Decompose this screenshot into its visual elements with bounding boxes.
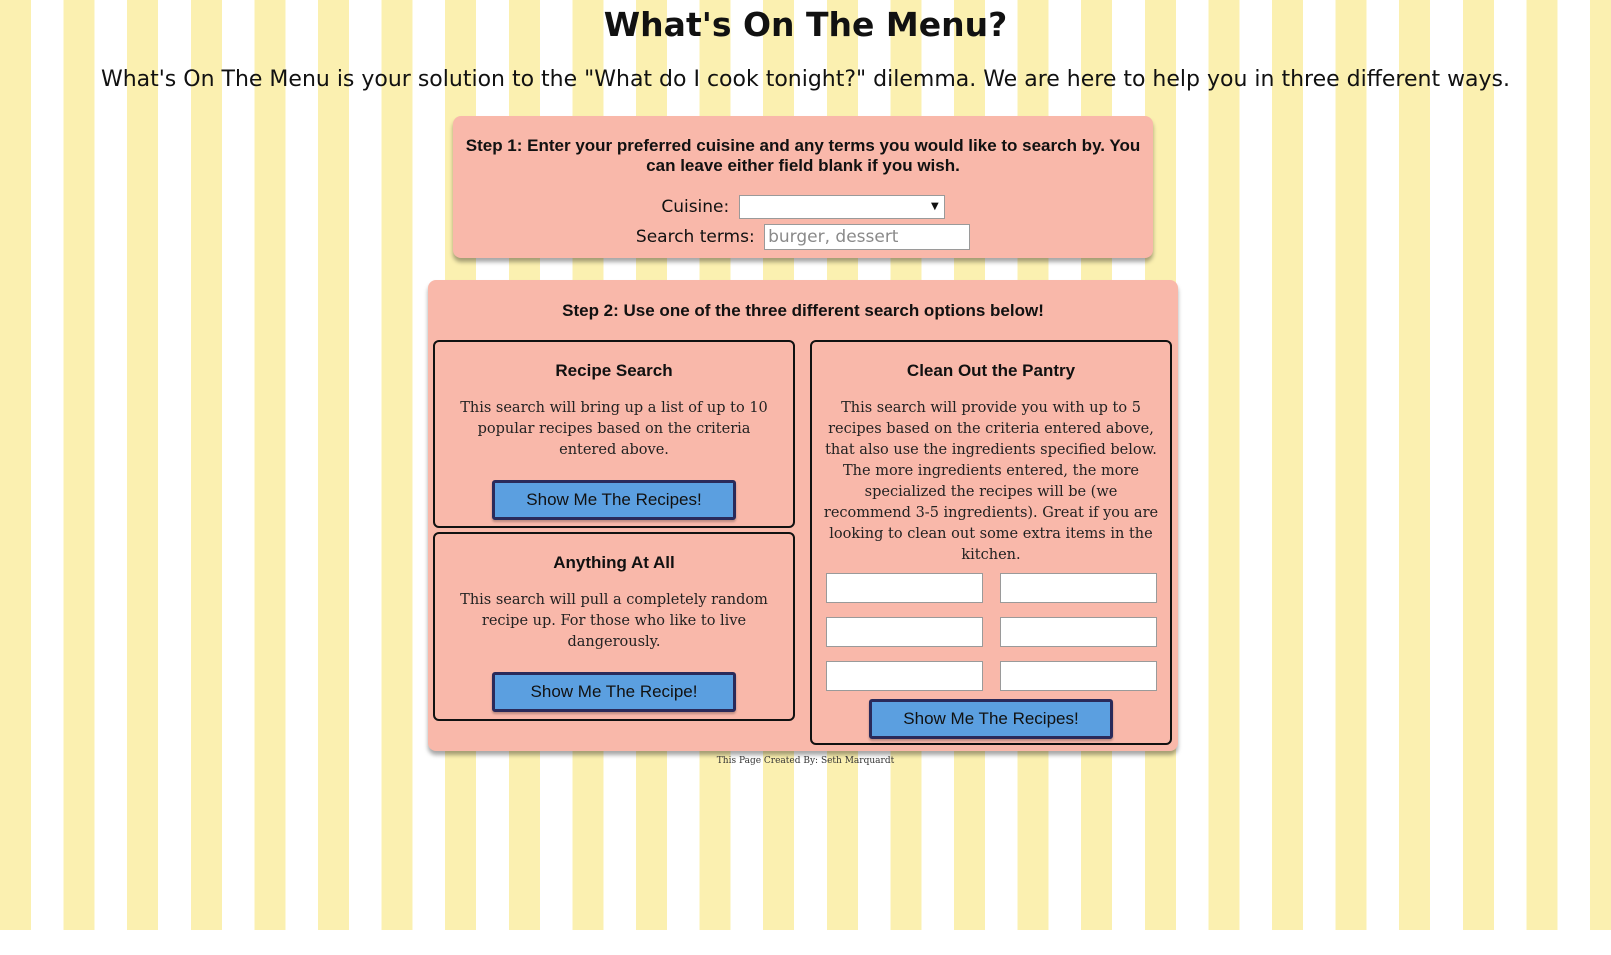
page-title: What's On The Menu? (603, 5, 1008, 44)
step1-instructions: Step 1: Enter your preferred cuisine and… (465, 136, 1141, 175)
pantry-title: Clean Out the Pantry (906, 361, 1076, 380)
show-recipes-button[interactable]: Show Me The Recipes! (492, 480, 736, 520)
intro-text: What's On The Menu is your solution to t… (100, 67, 1511, 92)
search-terms-input[interactable] (764, 224, 971, 250)
ingredient-input-2[interactable] (1000, 573, 1157, 603)
search-terms-label: Search terms: (635, 227, 755, 247)
pantry-show-recipes-button[interactable]: Show Me The Recipes! (869, 699, 1113, 739)
clean-out-pantry-card: Clean Out the Pantry This search will pr… (810, 340, 1172, 745)
recipe-search-description: This search will bring up a list of up t… (460, 400, 768, 458)
anything-at-all-card: Anything At All This search will pull a … (433, 532, 795, 721)
cuisine-label: Cuisine: (661, 197, 730, 217)
cuisine-select[interactable]: ▼ (738, 195, 945, 219)
ingredient-input-1[interactable] (826, 573, 983, 603)
step2-panel: Step 2: Use one of the three different s… (428, 280, 1178, 751)
ingredient-input-4[interactable] (1000, 617, 1157, 647)
footer-credit: This Page Created By: Seth Marquardt (716, 756, 895, 766)
ingredient-input-6[interactable] (1000, 661, 1157, 691)
cuisine-row: Cuisine: ▼ (453, 194, 1153, 220)
anything-at-all-description: This search will pull a completely rando… (460, 592, 768, 650)
ingredient-input-5[interactable] (826, 661, 983, 691)
step2-instructions: Step 2: Use one of the three different s… (562, 301, 1044, 320)
pantry-description: This search will provide you with up to … (823, 400, 1159, 563)
step1-panel: Step 1: Enter your preferred cuisine and… (453, 116, 1153, 258)
anything-at-all-title: Anything At All (553, 553, 675, 572)
recipe-search-card: Recipe Search This search will bring up … (433, 340, 795, 528)
search-row: Search terms: (453, 224, 1153, 250)
ingredient-input-3[interactable] (826, 617, 983, 647)
recipe-search-title: Recipe Search (555, 361, 673, 380)
show-random-recipe-button[interactable]: Show Me The Recipe! (492, 672, 736, 712)
dropdown-caret-icon: ▼ (930, 201, 939, 212)
